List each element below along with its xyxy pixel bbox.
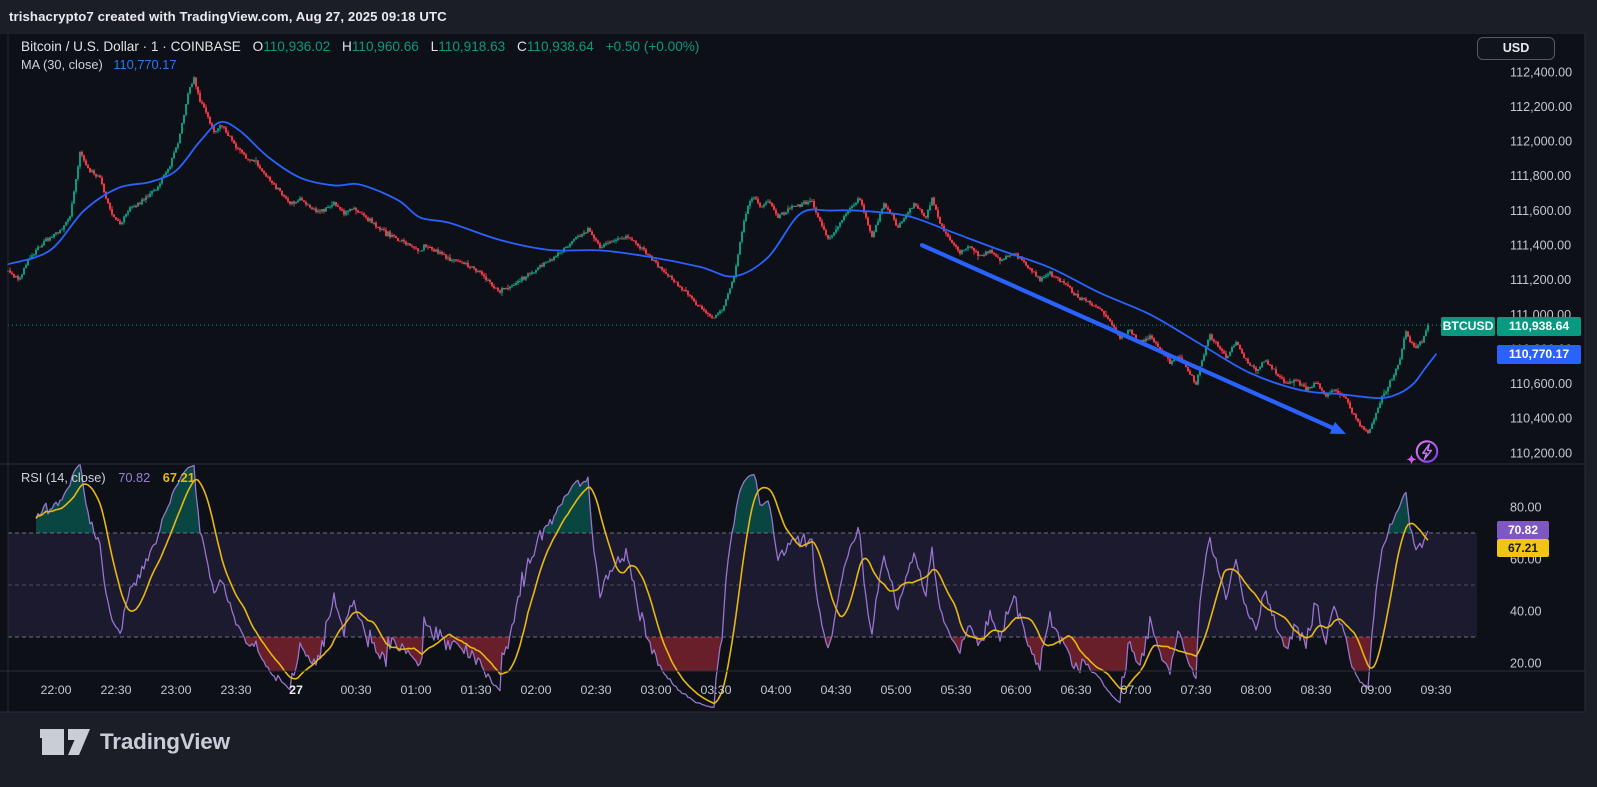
watermark-bar: trishacrypto7 created with TradingView.c… — [0, 0, 1597, 33]
price-axis-tick: 112,200.00 — [1510, 100, 1572, 114]
time-axis-tick: 23:30 — [220, 683, 251, 697]
watermark-text: trishacrypto7 created with TradingView.c… — [9, 9, 447, 24]
ma-legend-value: 110,770.17 — [113, 57, 176, 72]
sparkle-star-icon — [1407, 455, 1417, 465]
last-price-tag[interactable]: 110,938.64 — [1497, 317, 1581, 336]
time-axis-tick: 08:30 — [1300, 683, 1331, 697]
rsi-axis-tick: 80.00 — [1510, 500, 1542, 514]
chart-canvas[interactable]: 112,400.00 112,200.00 112,000.00 111,800.00… — [0, 0, 1597, 787]
time-axis-tick: 09:30 — [1420, 683, 1451, 697]
tradingview-screenshot: 112,400.00 112,200.00 112,000.00 111,800.00… — [0, 0, 1597, 787]
currency-button[interactable]: USD — [1477, 37, 1555, 60]
price-axis-tick: 110,200.00 — [1510, 446, 1572, 460]
time-axis-tick: 08:00 — [1240, 683, 1271, 697]
time-axis-tick: 04:00 — [760, 683, 791, 697]
price-axis-tick: 112,000.00 — [1510, 135, 1572, 149]
close-value: 110,938.64 — [527, 39, 594, 54]
price-axis-tick: 111,200.00 — [1510, 273, 1571, 287]
symbol-legend[interactable]: Bitcoin / U.S. Dollar · 1 · COINBASE O11… — [21, 39, 699, 56]
time-axis-tick: 22:00 — [40, 683, 71, 697]
rsi-value-badge: 70.82 — [1497, 521, 1549, 539]
close-label: C — [517, 39, 527, 54]
time-axis-tick: 07:30 — [1180, 683, 1211, 697]
time-axis-tick: 06:30 — [1060, 683, 1091, 697]
high-value: 110,960.66 — [352, 39, 419, 54]
symbol-price-tag[interactable]: BTCUSD — [1441, 317, 1495, 336]
time-axis-tick: 27 — [289, 683, 303, 697]
rsi-legend-value: 70.82 — [118, 470, 150, 485]
time-axis-tick: 02:00 — [520, 683, 551, 697]
time-axis-tick: 00:30 — [340, 683, 371, 697]
tradingview-logo-text: TradingView — [100, 729, 230, 755]
price-axis-tick: 110,600.00 — [1510, 377, 1572, 391]
rsi-legend-label: RSI (14, close) — [21, 470, 106, 485]
price-axis-tick: 112,400.00 — [1510, 65, 1572, 79]
price-axis-tick: 111,400.00 — [1510, 238, 1571, 252]
magic-ai-icon[interactable] — [1402, 432, 1450, 474]
rsi-legend[interactable]: RSI (14, close) 70.82 67.21 — [21, 470, 195, 486]
time-axis-tick: 09:00 — [1360, 683, 1391, 697]
open-value: 110,936.02 — [263, 39, 330, 54]
rsi-ma-legend-value: 67.21 — [163, 470, 195, 485]
tradingview-brand[interactable]: TradingView — [38, 722, 230, 762]
time-axis-tick: 23:00 — [160, 683, 191, 697]
time-axis-tick: 07:00 — [1120, 683, 1151, 697]
lightning-bolt-icon — [1423, 444, 1432, 459]
high-label: H — [342, 39, 352, 54]
change-value: +0.50 (+0.00%) — [606, 39, 700, 54]
rsi-axis-tick: 40.00 — [1510, 604, 1542, 618]
time-axis-tick: 03:00 — [640, 683, 671, 697]
price-axis-tick: 111,600.00 — [1510, 204, 1571, 218]
time-axis-tick: 01:30 — [460, 683, 491, 697]
low-value: 110,918.63 — [438, 39, 505, 54]
time-axis-tick: 03:30 — [700, 683, 731, 697]
symbol-title[interactable]: Bitcoin / U.S. Dollar · 1 · COINBASE — [21, 39, 241, 54]
magic-circle-icon — [1417, 441, 1437, 461]
time-axis-tick: 05:30 — [940, 683, 971, 697]
time-axis-tick: 01:00 — [400, 683, 431, 697]
price-axis-tick: 111,800.00 — [1510, 169, 1571, 183]
rsi-ma-value-badge: 67.21 — [1497, 539, 1549, 557]
open-label: O — [253, 39, 264, 54]
time-axis-tick: 02:30 — [580, 683, 611, 697]
time-axis-tick: 22:30 — [100, 683, 131, 697]
time-axis-tick: 04:30 — [820, 683, 851, 697]
ma-legend[interactable]: MA (30, close) 110,770.17 — [21, 57, 176, 73]
rsi-axis-tick: 20.00 — [1510, 656, 1542, 670]
ma-legend-label: MA (30, close) — [21, 57, 103, 72]
tradingview-logo-icon — [38, 727, 90, 757]
ma-value-tag[interactable]: 110,770.17 — [1497, 345, 1581, 364]
time-axis-tick: 06:00 — [1000, 683, 1031, 697]
time-axis-tick: 05:00 — [880, 683, 911, 697]
price-axis-tick: 110,400.00 — [1510, 412, 1572, 426]
